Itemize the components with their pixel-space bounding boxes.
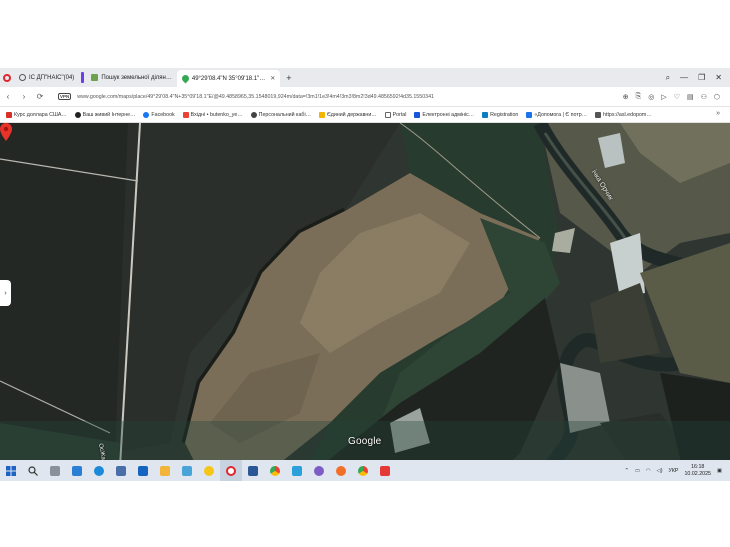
play-icon[interactable]: ▷ [661,93,666,101]
forward-button[interactable]: › [16,92,32,101]
minimize-button[interactable]: — [680,73,688,82]
word-icon[interactable] [242,460,264,481]
opera-logo-icon[interactable] [0,68,14,87]
chrome-icon[interactable] [264,460,286,481]
clock[interactable]: 16:18 10.02.2025 [684,464,711,478]
network-icon[interactable]: ▭ [635,468,640,474]
taskbar: ⌃ ▭ ◠ ◁) УКР 16:18 10.02.2025 ▣ [0,460,730,481]
clock-time: 16:18 [691,463,705,470]
viber-icon[interactable] [308,460,330,481]
wallet-icon[interactable]: ▤ [687,93,694,101]
bookmark-item[interactable]: Курс доллара США… [6,111,67,118]
tab-separator [81,72,85,83]
folder-icon[interactable] [154,460,176,481]
back-button[interactable]: ‹ [0,92,16,101]
snapshot-icon[interactable]: ⎘ [636,93,642,101]
volume-icon[interactable]: ◁) [657,468,663,474]
telegram-icon[interactable] [286,460,308,481]
tab-label: Пошук земельної ділян… [101,74,172,81]
satellite-imagery [0,123,730,480]
firefox-icon[interactable] [330,460,352,481]
bookmark-item[interactable]: «Допомога | Є потр… [526,111,587,118]
store-icon[interactable] [110,460,132,481]
start-icon[interactable] [0,460,22,481]
mail-icon[interactable] [132,460,154,481]
vpn-badge[interactable]: VPN [58,93,72,100]
maps-pin-icon [180,73,191,84]
tab-bar: ІС ДП"НАІС"(04) Пошук земельної ділян… 4… [0,68,730,87]
new-tab-button[interactable]: + [286,73,291,83]
map-icon [91,74,99,81]
zoom-icon[interactable]: ⊕ [623,93,629,101]
bookmark-item[interactable]: Єдиний державни… [318,111,377,118]
bookmark-favicon-icon [74,111,81,118]
bookmark-item[interactable]: Facebook [143,111,175,118]
tab-google-maps[interactable]: 49°29'08.4"N 35°09'18.1"… ✕ [176,70,281,87]
bookmark-favicon-icon [6,111,12,118]
opera-icon[interactable] [220,460,242,481]
address-bar: ‹ › ⟳ VPN www.google.com/maps/place/49°2… [0,87,730,107]
bookmark-item[interactable]: https://asl.edopom… [595,111,652,118]
bookmark-item[interactable]: Вхідні • butenko_ye… [182,111,243,118]
profile-icon[interactable]: ⚇ [701,93,707,101]
notifications-icon[interactable]: ▣ [717,468,722,474]
language-indicator[interactable]: УКР [668,468,678,474]
bookmark-item[interactable]: Персональний кабі… [250,111,311,118]
trident-icon [318,111,325,118]
globe-icon [19,74,26,81]
close-window-button[interactable]: ✕ [715,73,722,82]
bookmark-favicon-icon [414,111,421,118]
bookmark-item[interactable]: Registration [482,111,518,118]
search-icon[interactable] [22,460,44,481]
widgets-icon[interactable] [44,460,66,481]
heart-icon[interactable]: ♡ [674,93,680,101]
notepad-icon[interactable] [176,460,198,481]
tab-label: ІС ДП"НАІС"(04) [29,74,75,81]
bookmark-favicon-icon [482,111,489,118]
location-pin-icon[interactable] [0,123,12,141]
bookmark-item[interactable]: Ваш живий Інтерне… [74,111,135,118]
reload-button[interactable]: ⟳ [32,92,48,101]
camera-icon[interactable]: ◎ [648,93,654,101]
satellite-map[interactable]: › ічка Орчик ОсЖаз Google [0,123,730,480]
tab-nais[interactable]: ІС ДП"НАІС"(04) [14,70,79,85]
restore-button[interactable]: ❐ [698,73,705,82]
bookmark-favicon-icon [250,111,257,118]
chrome-icon-2[interactable] [352,460,374,481]
clock-date: 10.02.2025 [684,470,711,477]
tab-land-search[interactable]: Пошук земельної ділян… [86,70,177,85]
system-tray: ⌃ ▭ ◠ ◁) УКР 16:18 10.02.2025 ▣ [625,460,730,481]
address-bar-actions: ⊕ ⎘ ◎ ▷ ♡ ▤ ⚇ ⬡ [623,87,720,107]
close-tab-icon[interactable]: ✕ [270,75,275,82]
bookmark-item[interactable]: Електронні адмініс… [414,111,474,118]
task-view-icon[interactable] [66,460,88,481]
edge-icon[interactable] [88,460,110,481]
gmail-icon [182,111,189,118]
window-controls: ⌕ — ❐ ✕ [666,68,730,87]
bookmarks-more-button[interactable]: » [716,110,720,117]
bookmark-favicon-icon [526,111,533,118]
google-logo: Google [348,436,382,447]
extensions-icon[interactable]: ⬡ [714,93,720,101]
wifi-icon[interactable]: ◠ [646,468,651,474]
search-tabs-icon[interactable]: ⌕ [666,73,670,83]
tab-label: 49°29'08.4"N 35°09'18.1"… [191,75,266,82]
side-panel-toggle[interactable]: › [0,280,11,306]
bookmark-item[interactable]: Portal [384,111,406,118]
shield-icon [595,111,602,118]
anydesk-icon[interactable] [374,460,396,481]
tray-overflow-icon[interactable]: ⌃ [625,468,629,474]
document-icon [384,111,391,118]
python-icon[interactable] [198,460,220,481]
url-input[interactable]: www.google.com/maps/place/49°29'08.4"N+3… [77,94,577,100]
browser-window: ІС ДП"НАІС"(04) Пошук земельної ділян… 4… [0,68,730,480]
bookmarks-bar: Курс доллара США… Ваш живий Інтерне… Fac… [0,107,730,123]
facebook-icon [143,111,150,118]
